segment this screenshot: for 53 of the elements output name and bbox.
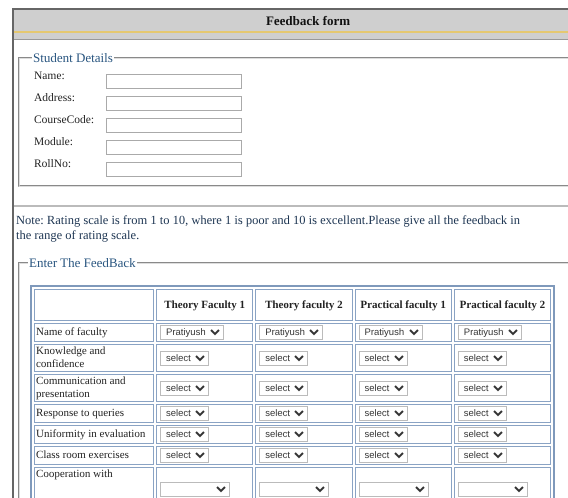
select-dropdown[interactable]: select	[160, 406, 209, 421]
input-field[interactable]	[106, 96, 242, 111]
select-dropdown[interactable]: select	[259, 427, 308, 442]
input-field[interactable]	[106, 162, 242, 177]
row-label: Response to queries	[34, 404, 154, 423]
select-dropdown[interactable]: select	[259, 380, 308, 396]
field-label: Module:	[34, 136, 74, 149]
select-dropdown[interactable]: select	[160, 427, 209, 442]
select-dropdown[interactable]: select	[160, 448, 209, 463]
column-header: Theory faculty 2	[255, 289, 352, 321]
input-field[interactable]	[106, 140, 242, 155]
input-field[interactable]	[106, 74, 242, 89]
select-dropdown[interactable]	[259, 482, 330, 497]
select-dropdown[interactable]: select	[358, 380, 408, 396]
select-dropdown[interactable]: select	[259, 448, 308, 463]
select-dropdown[interactable]: select	[358, 350, 408, 366]
select-dropdown[interactable]: Pratiyush	[259, 325, 324, 340]
row-label: Communication and presentation	[34, 374, 154, 402]
select-dropdown[interactable]: select	[160, 380, 209, 396]
row-label: Name of faculty	[34, 323, 154, 342]
select-dropdown[interactable]: Pratiyush	[458, 325, 522, 340]
select-dropdown[interactable]: Pratiyush	[160, 325, 224, 340]
column-header: Practical faculty 1	[354, 289, 452, 321]
select-dropdown[interactable]	[160, 482, 230, 497]
select-dropdown[interactable]: select	[358, 406, 408, 421]
select-dropdown[interactable]	[458, 482, 528, 497]
row-label: Class room exercises	[34, 446, 154, 465]
select-dropdown[interactable]: select	[458, 406, 507, 421]
field-label: CourseCode:	[34, 114, 96, 127]
select-dropdown[interactable]: select	[358, 448, 408, 463]
field-label: Address:	[34, 92, 76, 105]
select-dropdown[interactable]: select	[458, 380, 507, 396]
select-dropdown[interactable]	[358, 482, 428, 497]
select-dropdown[interactable]: select	[259, 406, 308, 421]
input-field[interactable]	[106, 118, 242, 133]
section-legend: Student Details	[32, 50, 114, 66]
select-dropdown[interactable]: select	[358, 427, 408, 442]
note-text: Note: Rating scale is from 1 to 10, where 1 is poor and 10 is excellent.Please give all the feedback in the range of rating scale.	[16, 213, 522, 243]
column-header: Theory Faculty 1	[156, 289, 254, 321]
select-dropdown[interactable]: select	[458, 427, 507, 442]
field-label: Name:	[34, 70, 66, 83]
select-dropdown[interactable]: Pratiyush	[358, 325, 422, 340]
select-dropdown[interactable]: select	[160, 350, 209, 366]
column-header: Practical faculty 2	[454, 289, 551, 321]
row-label: Cooperation with	[34, 467, 154, 498]
row-label: Uniformity in evaluation	[34, 425, 154, 444]
field-label: RollNo:	[34, 158, 72, 171]
section-legend: Enter The FeedBack	[28, 255, 137, 271]
select-dropdown[interactable]: select	[458, 448, 507, 463]
select-dropdown[interactable]: select	[458, 350, 507, 366]
select-dropdown[interactable]: select	[259, 350, 308, 366]
window-title: Feedback form	[266, 13, 350, 29]
row-label: Knowledge and confidence	[34, 344, 154, 372]
